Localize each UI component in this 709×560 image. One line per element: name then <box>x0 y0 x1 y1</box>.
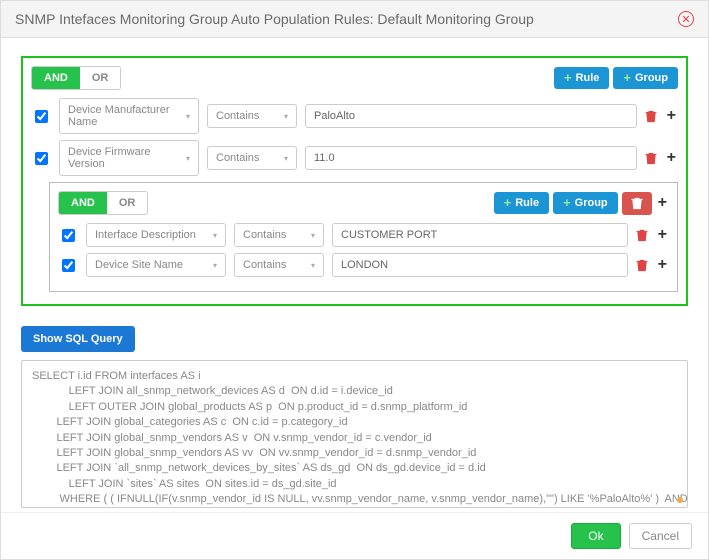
operator-select[interactable]: Contains ▾ <box>234 223 324 247</box>
add-group-label: Group <box>635 72 668 84</box>
inner-group-header: AND OR + Rule + Group <box>58 191 669 215</box>
operator-select[interactable]: Contains ▾ <box>207 104 297 128</box>
and-button[interactable]: AND <box>32 67 80 89</box>
chevron-down-icon: ▾ <box>213 261 217 270</box>
add-group-label: Group <box>575 197 608 209</box>
chevron-down-icon: ▾ <box>311 261 315 270</box>
inner-rule-group: AND OR + Rule + Group <box>49 182 678 292</box>
rule-row: Device Manufacturer Name ▾ Contains ▾ + <box>31 98 678 134</box>
scroll-indicator-icon <box>677 497 683 503</box>
trash-icon[interactable] <box>636 259 648 272</box>
delete-group-button[interactable] <box>622 192 652 215</box>
or-button[interactable]: OR <box>80 67 121 89</box>
add-group-button[interactable]: + Group <box>553 192 618 214</box>
field-select[interactable]: Device Manufacturer Name ▾ <box>59 98 199 134</box>
value-input[interactable] <box>305 104 637 128</box>
modal-title: SNMP Intefaces Monitoring Group Auto Pop… <box>15 11 534 27</box>
value-input[interactable] <box>332 253 628 277</box>
operator-label: Contains <box>216 152 259 164</box>
inner-group-actions: + Rule + Group + <box>494 192 669 215</box>
rule-row: Device Site Name ▾ Contains ▾ + <box>58 253 669 277</box>
trash-icon[interactable] <box>645 110 657 123</box>
add-rule-inline-button[interactable]: + <box>665 149 678 167</box>
field-label: Device Site Name <box>95 259 183 271</box>
add-group-button[interactable]: + Group <box>613 67 678 89</box>
add-rule-inline-button[interactable]: + <box>656 256 669 274</box>
add-rule-inline-button[interactable]: + <box>665 107 678 125</box>
rule-row: Device Firmware Version ▾ Contains ▾ + <box>31 140 678 176</box>
plus-icon: + <box>623 73 631 83</box>
or-button[interactable]: OR <box>107 192 148 214</box>
add-rule-button[interactable]: + Rule <box>494 192 549 214</box>
show-sql-button[interactable]: Show SQL Query <box>21 326 135 352</box>
modal: SNMP Intefaces Monitoring Group Auto Pop… <box>0 0 709 560</box>
field-select[interactable]: Device Firmware Version ▾ <box>59 140 199 176</box>
modal-footer: Ok Cancel <box>1 512 708 559</box>
rule-checkbox[interactable] <box>62 259 75 272</box>
add-rule-label: Rule <box>576 72 600 84</box>
ok-button[interactable]: Ok <box>571 523 620 549</box>
field-label: Interface Description <box>95 229 196 241</box>
rule-checkbox[interactable] <box>35 110 48 123</box>
operator-label: Contains <box>216 110 259 122</box>
chevron-down-icon: ▾ <box>186 112 190 121</box>
rule-checkbox[interactable] <box>62 229 75 242</box>
add-rule-label: Rule <box>515 197 539 209</box>
chevron-down-icon: ▾ <box>311 231 315 240</box>
operator-label: Contains <box>243 229 286 241</box>
field-select[interactable]: Device Site Name ▾ <box>86 253 226 277</box>
plus-icon: + <box>564 73 572 83</box>
modal-body: AND OR + Rule + Group <box>1 38 708 314</box>
add-rule-button[interactable]: + Rule <box>554 67 609 89</box>
operator-label: Contains <box>243 259 286 271</box>
chevron-down-icon: ▾ <box>186 154 190 163</box>
chevron-down-icon: ▾ <box>284 154 288 163</box>
cancel-button[interactable]: Cancel <box>629 523 692 549</box>
sql-query-box[interactable]: SELECT i.id FROM interfaces AS i LEFT JO… <box>21 360 688 508</box>
operator-select[interactable]: Contains ▾ <box>234 253 324 277</box>
modal-header: SNMP Intefaces Monitoring Group Auto Pop… <box>1 1 708 38</box>
chevron-down-icon: ▾ <box>213 231 217 240</box>
close-icon[interactable]: ✕ <box>678 11 694 27</box>
add-group-inline-button[interactable]: + <box>656 194 669 212</box>
rule-row: Interface Description ▾ Contains ▾ + <box>58 223 669 247</box>
trash-icon[interactable] <box>636 229 648 242</box>
add-rule-inline-button[interactable]: + <box>656 226 669 244</box>
and-button[interactable]: AND <box>59 192 107 214</box>
value-input[interactable] <box>305 146 637 170</box>
outer-group-header: AND OR + Rule + Group <box>31 66 678 90</box>
plus-icon: + <box>563 198 571 208</box>
outer-group-actions: + Rule + Group <box>554 67 678 89</box>
field-label: Device Firmware Version <box>68 146 182 170</box>
value-input[interactable] <box>332 223 628 247</box>
outer-rule-group: AND OR + Rule + Group <box>21 56 688 306</box>
sql-section: Show SQL Query SELECT i.id FROM interfac… <box>1 314 708 512</box>
logic-toggle: AND OR <box>58 191 148 215</box>
rule-checkbox[interactable] <box>35 152 48 165</box>
logic-toggle: AND OR <box>31 66 121 90</box>
field-select[interactable]: Interface Description ▾ <box>86 223 226 247</box>
plus-icon: + <box>504 198 512 208</box>
trash-icon[interactable] <box>645 152 657 165</box>
operator-select[interactable]: Contains ▾ <box>207 146 297 170</box>
field-label: Device Manufacturer Name <box>68 104 182 128</box>
chevron-down-icon: ▾ <box>284 112 288 121</box>
